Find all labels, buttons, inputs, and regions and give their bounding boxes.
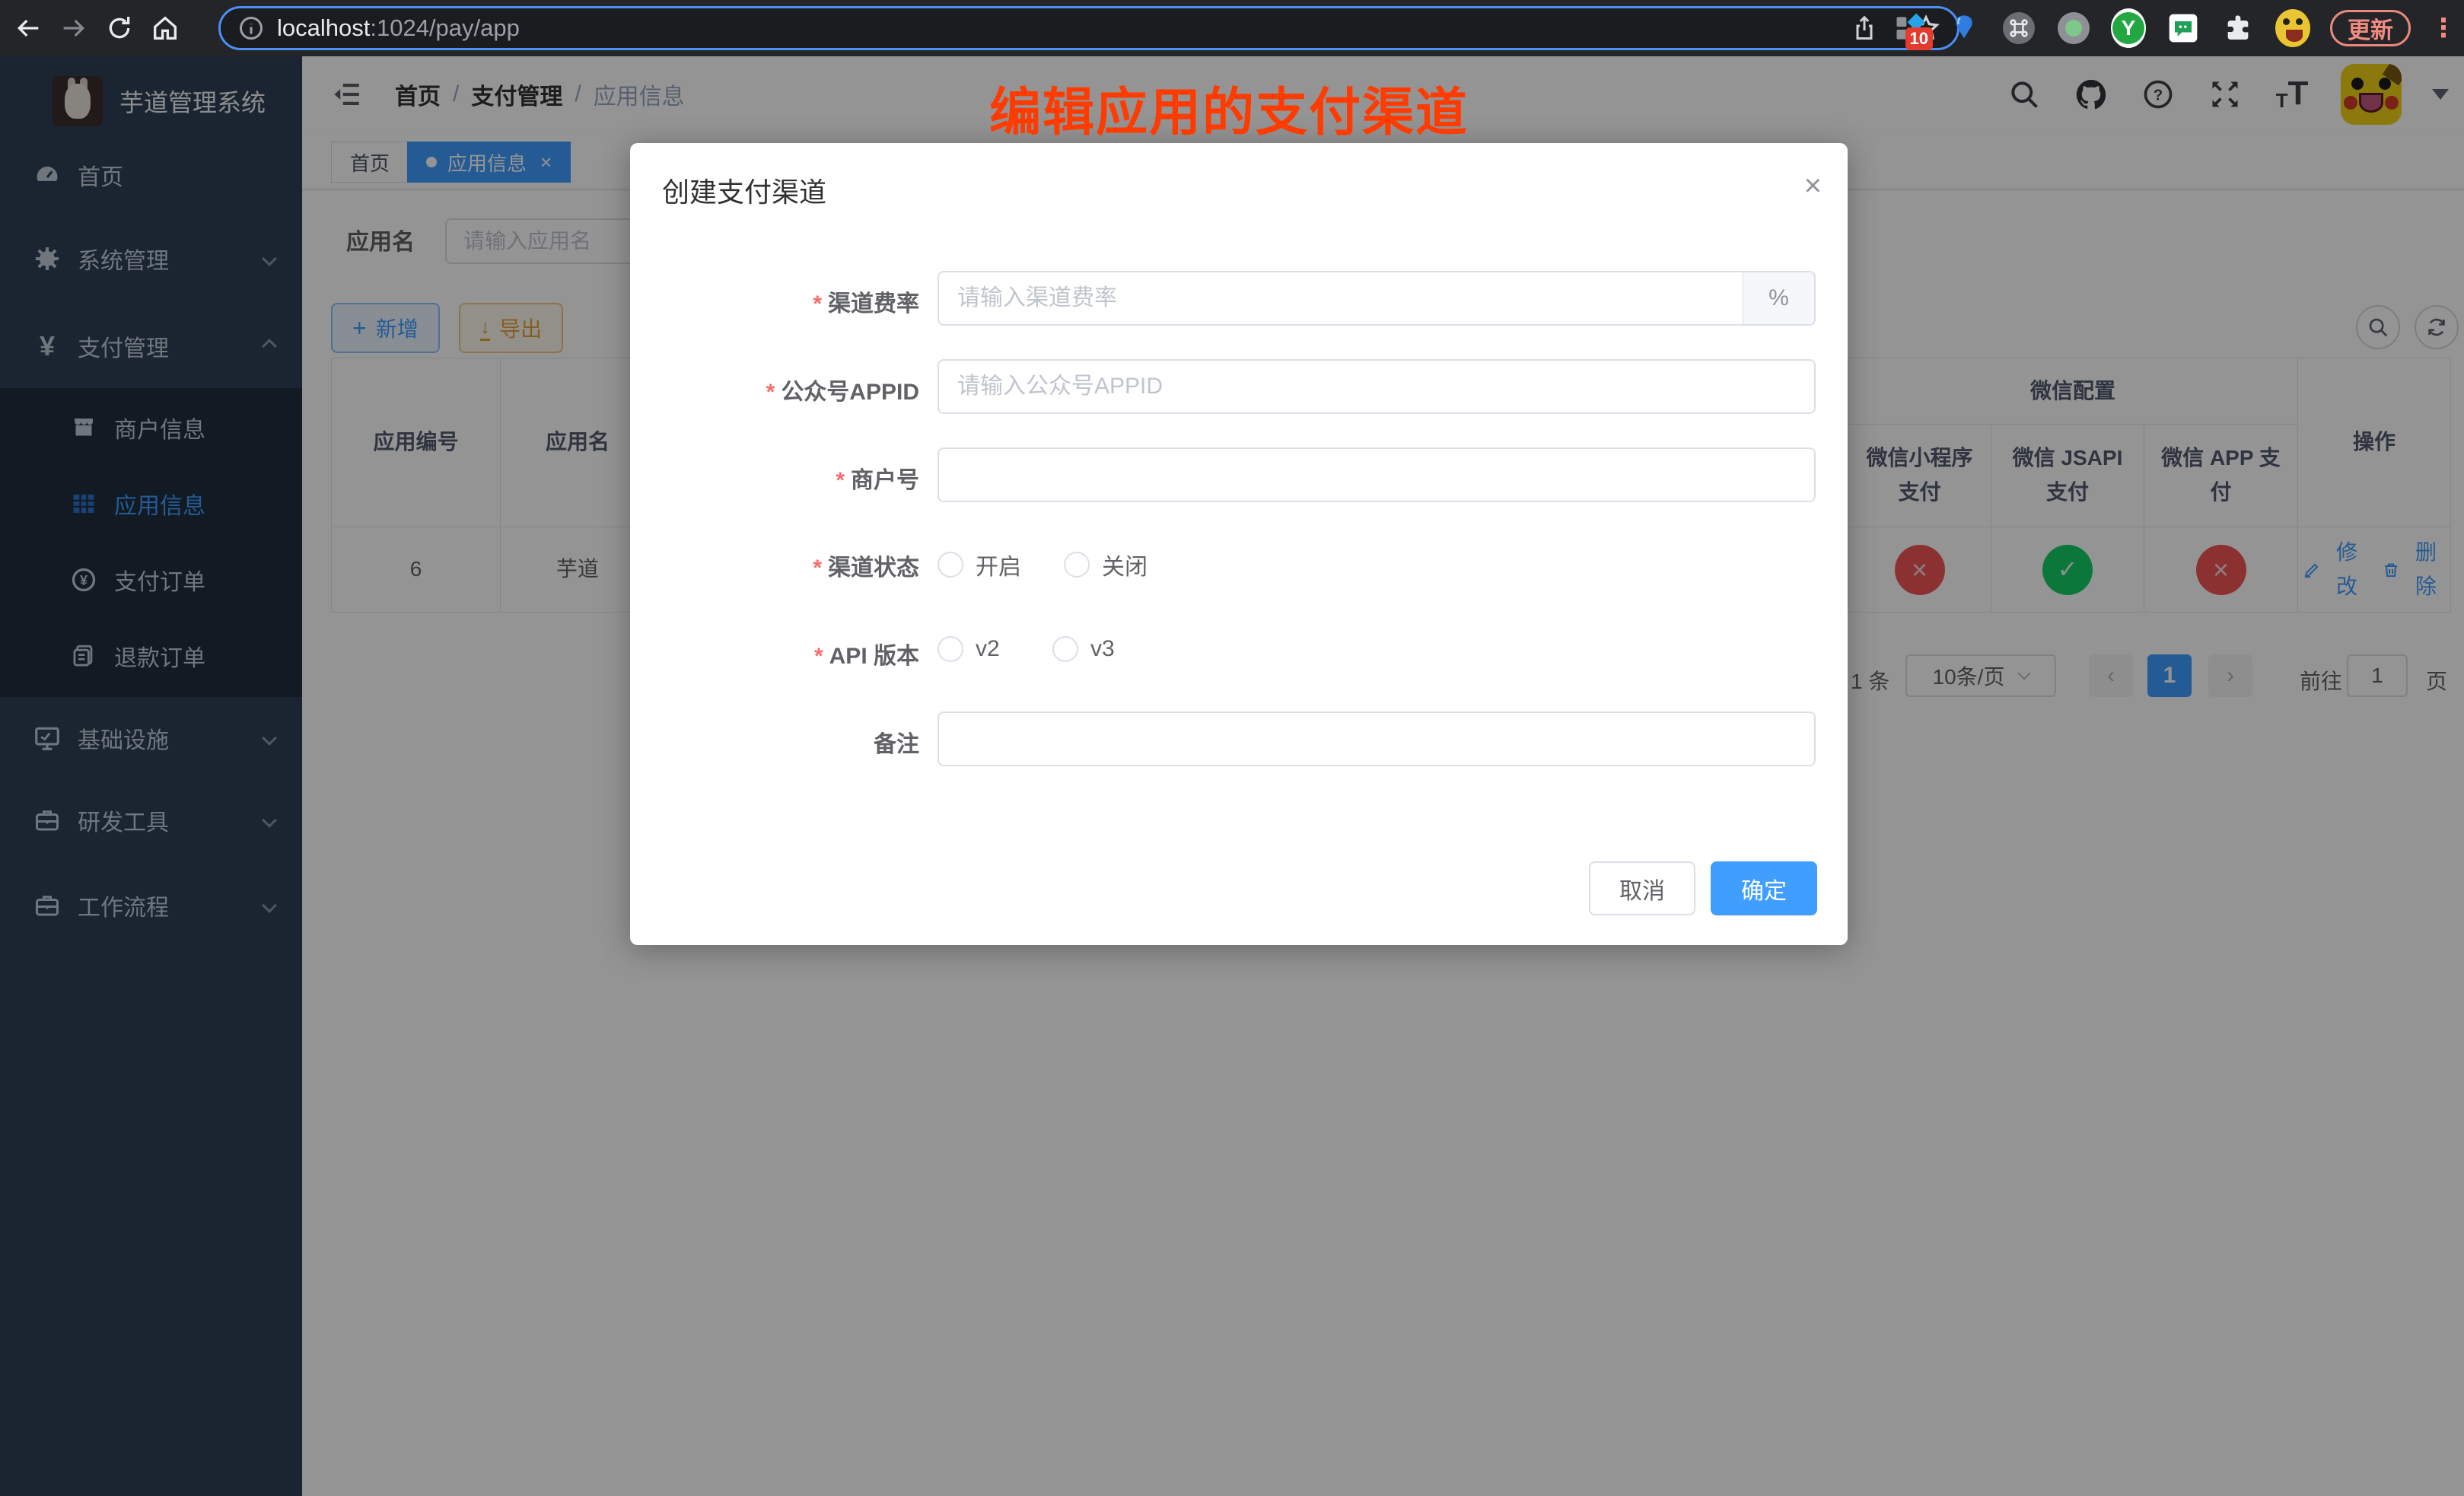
required-asterisk (813, 555, 822, 581)
remark-label: 备注 (638, 725, 919, 759)
extension-diamond-icon[interactable]: 10 (1892, 11, 1927, 46)
status-label: 渠道状态 (638, 549, 919, 582)
update-label: 更新 (2348, 11, 2393, 45)
extensions-row: 10 Y (1892, 0, 2456, 56)
required-asterisk (814, 644, 823, 669)
api-version-label: API 版本 (638, 637, 919, 670)
rate-suffix: % (1743, 271, 1816, 326)
create-pay-channel-dialog: 创建支付渠道 渠道费率 % 公众号APPID 商户号 渠道状态 开启 关闭 AP… (630, 143, 1848, 945)
back-icon[interactable] (11, 11, 46, 46)
mch-label: 商户号 (638, 461, 919, 495)
home-icon[interactable] (148, 11, 183, 46)
screen: localhost:1024/pay/app 10 (0, 0, 2464, 1496)
rate-input[interactable] (938, 271, 1816, 326)
app-viewport: 芋道管理系统 首页 系统管理 ¥ 支付管理 (0, 56, 2464, 1496)
cancel-button[interactable]: 取消 (1589, 861, 1695, 915)
appid-label: 公众号APPID (638, 373, 919, 406)
extension-green-dot-icon[interactable] (2056, 11, 2091, 46)
required-asterisk (836, 468, 845, 493)
extension-badge: 10 (1905, 27, 1933, 50)
browser-menu-icon[interactable] (2431, 13, 2456, 43)
extension-chat-icon[interactable] (2166, 11, 2201, 46)
browser-update-button[interactable]: 更新 (2330, 10, 2411, 46)
radio-circle-icon (938, 552, 963, 578)
confirm-button[interactable]: 确定 (1711, 861, 1817, 915)
url-path: :1024/pay/app (370, 14, 520, 41)
url-text: localhost:1024/pay/app (277, 14, 1851, 42)
radio-circle-icon (1064, 552, 1090, 578)
url-bar[interactable]: localhost:1024/pay/app (218, 6, 1959, 50)
reload-icon[interactable] (102, 11, 137, 46)
radio-circle-icon (938, 636, 963, 662)
remark-input[interactable] (938, 711, 1816, 766)
status-radio-open[interactable]: 开启 (938, 548, 1021, 581)
extension-y-icon[interactable]: Y (2111, 11, 2146, 46)
status-radio-closed[interactable]: 关闭 (1064, 548, 1148, 581)
url-host: localhost (277, 14, 370, 41)
rate-label: 渠道费率 (638, 285, 919, 318)
extensions-puzzle-icon[interactable] (2220, 11, 2255, 46)
browser-chrome: localhost:1024/pay/app 10 (0, 0, 2464, 56)
site-info-icon[interactable] (237, 14, 265, 42)
forward-icon[interactable] (56, 11, 91, 46)
api-radio-v3[interactable]: v3 (1052, 636, 1115, 662)
dialog-title: 创建支付渠道 (662, 170, 826, 210)
profile-emoji-avatar[interactable] (2275, 11, 2310, 46)
extension-balloon-icon[interactable] (1947, 11, 1982, 46)
appid-input[interactable] (938, 359, 1816, 414)
annotation-text: 编辑应用的支付渠道 (989, 70, 1537, 145)
required-asterisk (813, 291, 822, 317)
mch-input[interactable] (938, 447, 1816, 502)
required-asterisk (766, 380, 775, 405)
radio-circle-icon (1052, 636, 1078, 662)
api-radio-v2[interactable]: v2 (938, 636, 1000, 662)
dialog-close-icon[interactable] (1804, 170, 1822, 201)
extension-command-icon[interactable] (2001, 11, 2036, 46)
share-icon[interactable] (1851, 14, 1878, 42)
